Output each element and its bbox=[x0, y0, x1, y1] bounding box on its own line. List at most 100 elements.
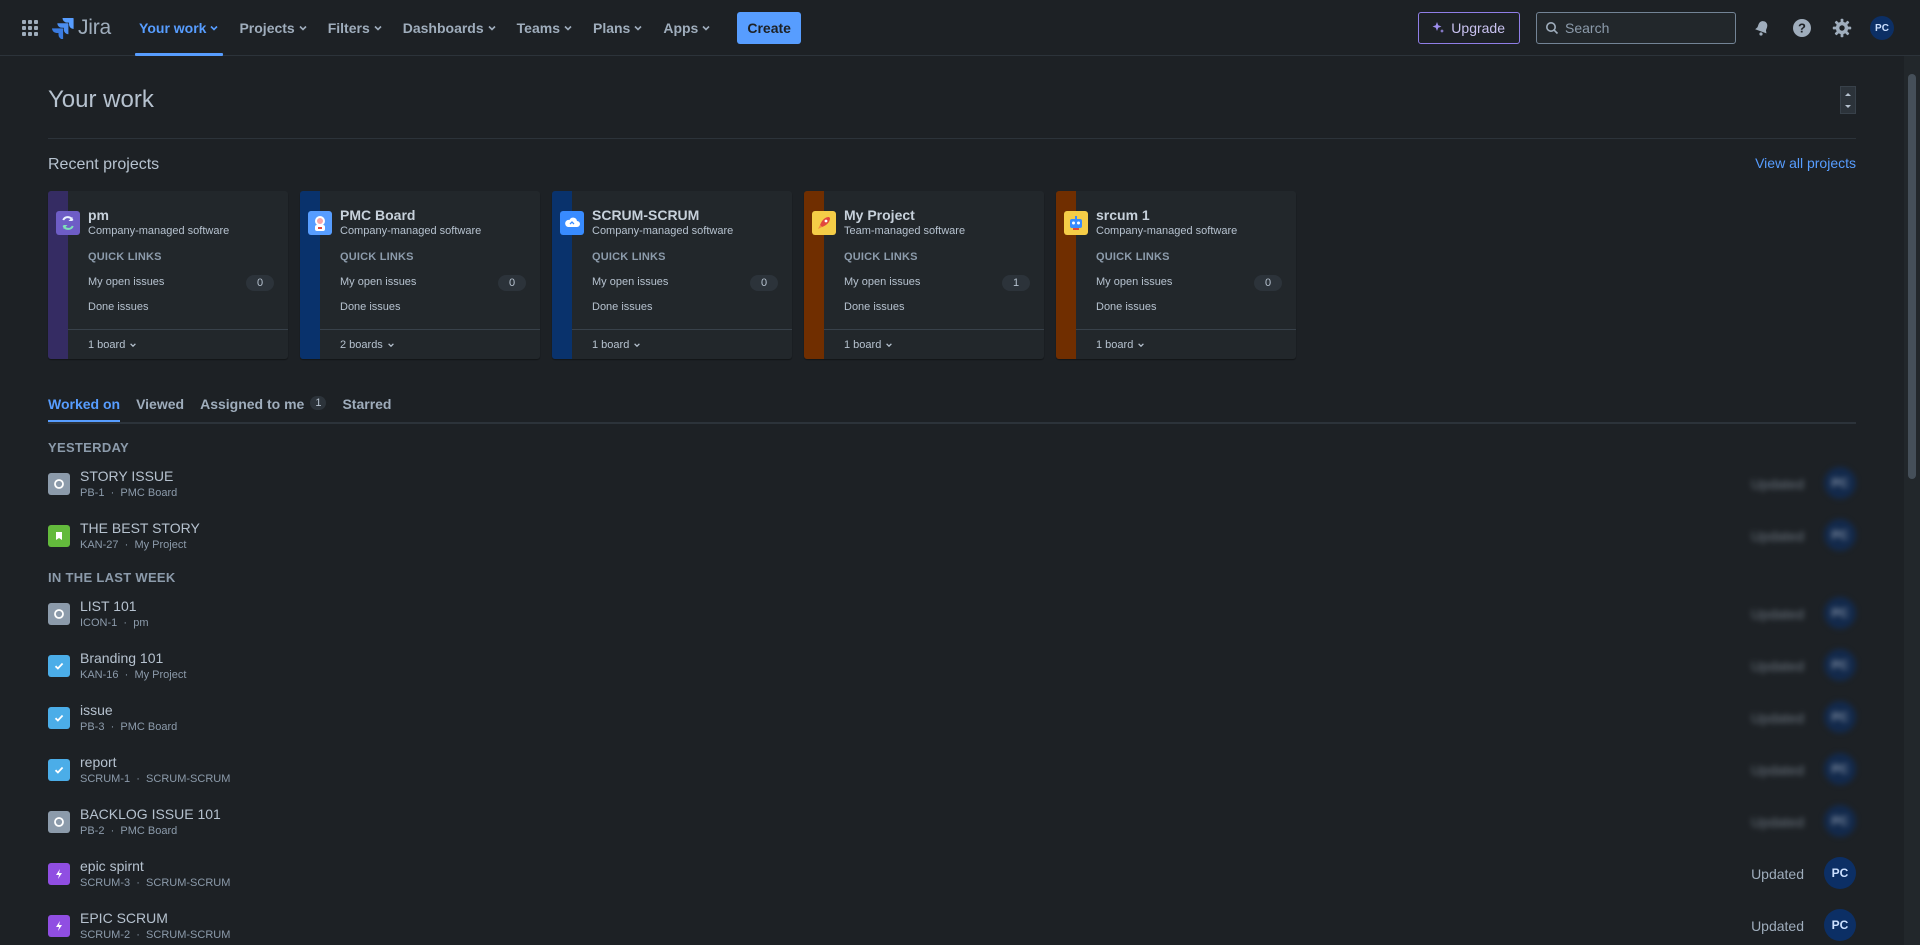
card-divider bbox=[824, 329, 1044, 330]
meta-separator: · bbox=[136, 877, 140, 889]
page-scroll-spinner[interactable] bbox=[1840, 86, 1856, 114]
tab-viewed[interactable]: Viewed bbox=[136, 396, 184, 422]
assignee-avatar[interactable]: PC bbox=[1824, 805, 1856, 837]
done-issues-link[interactable]: Done issues bbox=[340, 301, 401, 313]
project-card: SCRUM-SCRUM Company-managed software QUI… bbox=[552, 191, 792, 359]
nav-dashboards[interactable]: Dashboards bbox=[395, 0, 505, 56]
nav-filters[interactable]: Filters bbox=[320, 0, 391, 56]
list-item[interactable]: BACKLOG ISSUE 101 PB-2 · PMC Board Updat… bbox=[48, 804, 1856, 844]
issue-title: EPIC SCRUM bbox=[80, 910, 168, 926]
nav-your-work[interactable]: Your work bbox=[131, 0, 227, 56]
page-title: Your work bbox=[48, 86, 154, 113]
help-icon[interactable]: ? bbox=[1790, 16, 1814, 40]
list-item[interactable]: epic spirnt SCRUM-3 · SCRUM-SCRUM Update… bbox=[48, 856, 1856, 896]
boards-dropdown[interactable]: 1 board bbox=[592, 339, 641, 351]
user-avatar[interactable]: PC bbox=[1870, 16, 1894, 40]
assignee-avatar[interactable]: PC bbox=[1824, 701, 1856, 733]
search-icon bbox=[1546, 22, 1559, 35]
done-issues-link[interactable]: Done issues bbox=[88, 301, 149, 313]
group-heading: YESTERDAY bbox=[48, 440, 129, 455]
assignee-avatar[interactable]: PC bbox=[1824, 467, 1856, 499]
my-open-issues-link[interactable]: My open issues bbox=[340, 276, 416, 288]
assignee-avatar[interactable]: PC bbox=[1824, 519, 1856, 551]
tab-worked-on[interactable]: Worked on bbox=[48, 396, 121, 422]
boards-dropdown[interactable]: 1 board bbox=[88, 339, 137, 351]
chevron-down-icon bbox=[1845, 104, 1851, 108]
list-item[interactable]: EPIC SCRUM SCRUM-2 · SCRUM-SCRUM Updated… bbox=[48, 908, 1856, 945]
assignee-avatar[interactable]: PC bbox=[1824, 857, 1856, 889]
my-open-issues-link[interactable]: My open issues bbox=[592, 276, 668, 288]
issue-title: LIST 101 bbox=[80, 598, 137, 614]
page-scrollbar[interactable] bbox=[1904, 56, 1920, 945]
my-open-issues-link[interactable]: My open issues bbox=[844, 276, 920, 288]
boards-dropdown[interactable]: 2 boards bbox=[340, 339, 395, 351]
boards-dropdown[interactable]: 1 board bbox=[844, 339, 893, 351]
list-item[interactable]: report SCRUM-1 · SCRUM-SCRUM Updated PC bbox=[48, 752, 1856, 792]
issue-project: SCRUM-SCRUM bbox=[146, 877, 231, 889]
meta-separator: · bbox=[124, 669, 129, 681]
chevron-down-icon bbox=[488, 25, 496, 31]
done-issues-link[interactable]: Done issues bbox=[1096, 301, 1157, 313]
app-switcher-icon[interactable] bbox=[18, 16, 42, 40]
assignee-avatar[interactable]: PC bbox=[1824, 649, 1856, 681]
issue-project: SCRUM-SCRUM bbox=[146, 929, 231, 941]
assignee-avatar[interactable]: PC bbox=[1824, 753, 1856, 785]
issue-project: My Project bbox=[134, 669, 187, 681]
nav-teams[interactable]: Teams bbox=[509, 0, 581, 56]
project-type: Company-managed software bbox=[592, 225, 734, 237]
done-issues-link[interactable]: Done issues bbox=[592, 301, 653, 313]
assignee-avatar[interactable]: PC bbox=[1824, 909, 1856, 941]
list-item[interactable]: issue PB-3 · PMC Board Updated PC bbox=[48, 700, 1856, 740]
my-open-issues-link[interactable]: My open issues bbox=[88, 276, 164, 288]
rocket-icon[interactable] bbox=[812, 211, 836, 235]
list-item[interactable]: STORY ISSUE PB-1 · PMC Board Updated PC bbox=[48, 466, 1856, 506]
chevron-down-icon bbox=[564, 25, 572, 31]
assignee-avatar[interactable]: PC bbox=[1824, 597, 1856, 629]
search-field[interactable] bbox=[1536, 12, 1736, 44]
notifications-icon[interactable] bbox=[1750, 16, 1774, 40]
work-tabs: Worked on Viewed Assigned to me 1 Starred bbox=[48, 396, 391, 422]
issue-title: THE BEST STORY bbox=[80, 520, 200, 536]
tab-starred[interactable]: Starred bbox=[342, 396, 391, 422]
nav-projects[interactable]: Projects bbox=[231, 0, 315, 56]
sparkle-icon bbox=[1432, 22, 1445, 33]
robot-icon[interactable] bbox=[1064, 211, 1088, 235]
project-name[interactable]: PMC Board bbox=[340, 207, 415, 223]
project-name[interactable]: SCRUM-SCRUM bbox=[592, 207, 699, 223]
nav-plans[interactable]: Plans bbox=[585, 0, 651, 56]
meta-separator: · bbox=[136, 929, 140, 941]
updated-label: Updated bbox=[1751, 918, 1804, 934]
sync-icon[interactable] bbox=[56, 211, 80, 235]
view-all-projects-link[interactable]: View all projects bbox=[1755, 155, 1856, 171]
issue-meta: KAN-27 · My Project bbox=[80, 539, 186, 551]
list-item[interactable]: LIST 101 ICON-1 · pm Updated PC bbox=[48, 596, 1856, 636]
scrollbar-thumb[interactable] bbox=[1908, 74, 1916, 479]
meta-separator: · bbox=[110, 721, 115, 733]
chevron-down-icon bbox=[886, 343, 893, 348]
my-open-issues-link[interactable]: My open issues bbox=[1096, 276, 1172, 288]
project-name[interactable]: My Project bbox=[844, 207, 915, 223]
svg-text:?: ? bbox=[1798, 21, 1806, 36]
meta-separator: · bbox=[123, 617, 128, 629]
nav-right-group: Upgrade ? bbox=[1418, 0, 1920, 56]
astronaut-icon[interactable] bbox=[308, 211, 332, 235]
boards-dropdown[interactable]: 1 board bbox=[1096, 339, 1145, 351]
list-item[interactable]: Branding 101 KAN-16 · My Project Updated… bbox=[48, 648, 1856, 688]
upgrade-button[interactable]: Upgrade bbox=[1418, 12, 1520, 44]
done-issues-link[interactable]: Done issues bbox=[844, 301, 905, 313]
issue-key: SCRUM-2 bbox=[80, 929, 131, 941]
issue-key: ICON-1 bbox=[80, 617, 118, 629]
list-item[interactable]: THE BEST STORY KAN-27 · My Project Updat… bbox=[48, 518, 1856, 558]
create-button[interactable]: Create bbox=[737, 11, 801, 44]
project-name[interactable]: srcum 1 bbox=[1096, 207, 1150, 223]
cloud-icon[interactable] bbox=[560, 211, 584, 235]
open-issues-count: 1 bbox=[1002, 275, 1030, 291]
jira-logo[interactable]: Jira bbox=[52, 16, 111, 40]
count-badge: 1 bbox=[310, 396, 327, 410]
nav-apps[interactable]: Apps bbox=[655, 0, 719, 56]
project-name[interactable]: pm bbox=[88, 207, 109, 223]
settings-gear-icon[interactable] bbox=[1830, 16, 1854, 40]
quick-links-label: QUICK LINKS bbox=[844, 251, 918, 263]
tab-assigned-to-me[interactable]: Assigned to me 1 bbox=[200, 396, 327, 422]
search-input[interactable] bbox=[1565, 20, 1725, 36]
